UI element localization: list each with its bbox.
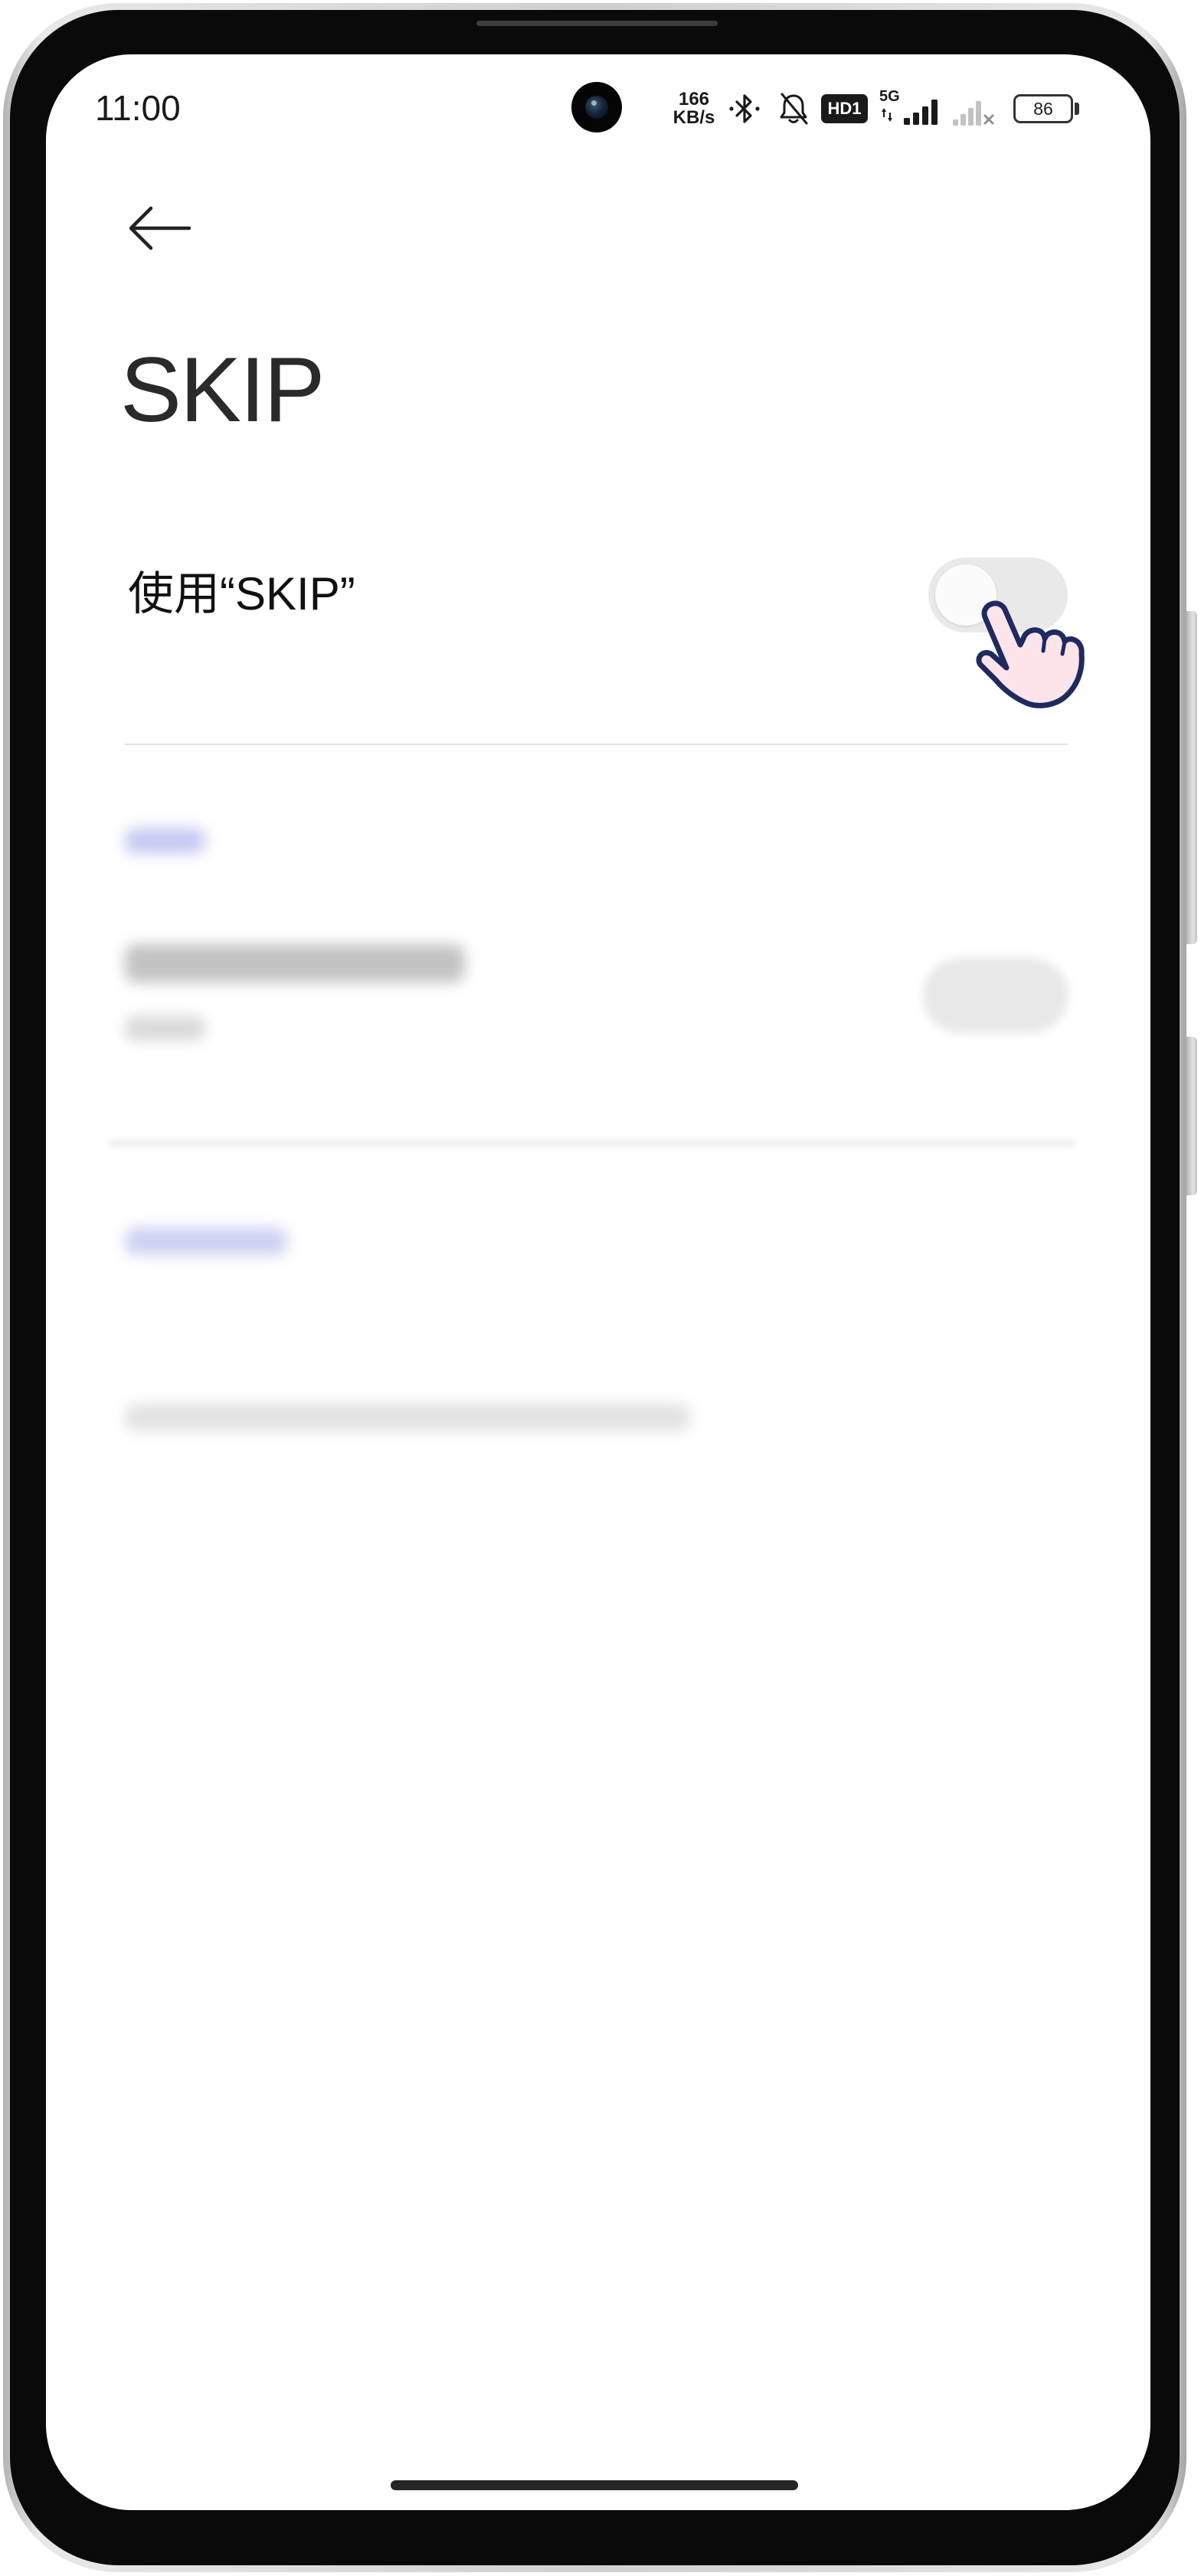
network-speed-value: 166 xyxy=(678,89,710,110)
page-title: SKIP xyxy=(120,338,325,441)
power-button xyxy=(1186,1037,1197,1195)
battery-icon: 86 xyxy=(1013,94,1073,123)
blurred-setting-subtitle xyxy=(125,1016,205,1041)
arrow-left-icon xyxy=(129,206,191,250)
front-camera xyxy=(571,82,622,132)
blurred-section-header xyxy=(125,828,205,854)
signal-no-service-icon xyxy=(953,101,994,126)
hd-voice-badge: HD1 xyxy=(821,94,868,123)
volume-button xyxy=(1186,611,1197,944)
blurred-divider xyxy=(109,1140,1076,1146)
battery-nub xyxy=(1075,103,1079,115)
battery-level: 86 xyxy=(1033,99,1053,119)
blurred-toggle xyxy=(923,958,1068,1033)
enable-skip-label: 使用“SKIP” xyxy=(128,568,355,619)
blurred-description xyxy=(125,1404,690,1431)
network-speed-unit: KB/s xyxy=(672,107,715,128)
earpiece-slit xyxy=(476,21,718,26)
camera-glint xyxy=(591,100,597,106)
network-speed: 166 KB/s xyxy=(668,90,720,127)
pointer-hand-icon xyxy=(976,600,1085,708)
data-activity-icon xyxy=(882,108,892,122)
section-divider xyxy=(125,744,1068,745)
network-type-label: 5G xyxy=(879,88,900,105)
phone-screen: 11:00 166 KB/s HD1 5G 86 SKIP 使用“SKIP” xyxy=(46,54,1150,2510)
bell-muted-icon xyxy=(780,93,808,125)
signal-icon xyxy=(904,100,938,125)
back-button[interactable] xyxy=(120,198,198,259)
status-time: 11:00 xyxy=(95,88,181,128)
camera-lens xyxy=(585,96,608,119)
blurred-section-link xyxy=(125,1228,287,1255)
bluetooth-icon xyxy=(729,94,760,123)
blurred-setting-title xyxy=(125,944,465,982)
home-indicator[interactable] xyxy=(391,2480,798,2490)
